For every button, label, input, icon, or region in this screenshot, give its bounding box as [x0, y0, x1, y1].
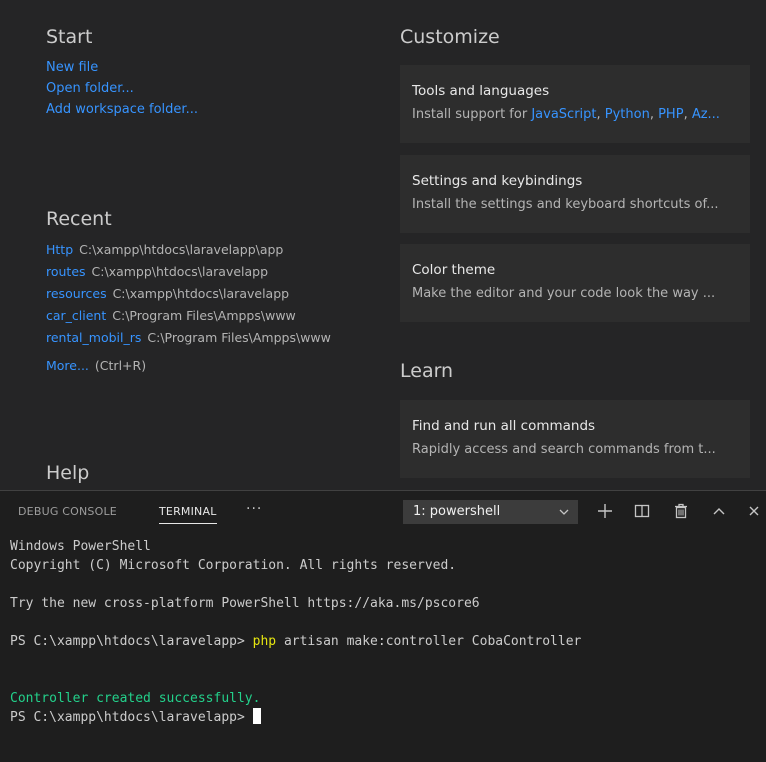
recent-item-path: C:\Program Files\Ampps\www	[112, 308, 296, 323]
split-icon[interactable]	[631, 500, 653, 522]
recent-item: Http C:\xampp\htdocs\laravelapp\app	[46, 242, 283, 257]
recent-item-name[interactable]: routes	[46, 264, 86, 279]
start-title: Start	[46, 26, 93, 48]
plus-icon[interactable]	[594, 500, 616, 522]
recent-item-name[interactable]: car_client	[46, 308, 106, 323]
close-icon[interactable]	[744, 500, 764, 522]
more-actions-icon[interactable]: ···	[246, 501, 262, 517]
tab-terminal[interactable]: TERMINAL	[159, 505, 217, 524]
terminal-selector[interactable]: 1: powershell	[403, 500, 578, 524]
terminal-line: Windows PowerShell	[10, 539, 151, 554]
command-args: artisan make:controller CobaController	[276, 634, 582, 649]
learn-title: Learn	[400, 360, 454, 382]
terminal-cursor	[252, 708, 261, 724]
recent-more-row: More... (Ctrl+R)	[46, 358, 146, 373]
recent-item-name[interactable]: Http	[46, 242, 73, 257]
recent-item-path: C:\xampp\htdocs\laravelapp	[91, 264, 269, 279]
terminal-prompt-line: PS C:\xampp\htdocs\laravelapp>	[10, 708, 760, 727]
terminal-output[interactable]: Windows PowerShell Copyright (C) Microso…	[10, 537, 760, 727]
recent-item-path: C:\xampp\htdocs\laravelapp	[112, 286, 290, 301]
bottom-panel: DEBUG CONSOLE TERMINAL ··· 1: powershell…	[0, 490, 766, 762]
recent-item: car_client C:\Program Files\Ampps\www	[46, 308, 296, 323]
card-title: Settings and keybindings	[412, 173, 583, 189]
card-desc-prefix: Install support for	[412, 107, 532, 122]
settings-keybindings-card[interactable]: Settings and keybindings Install the set…	[400, 155, 750, 233]
tools-languages-card[interactable]: Tools and languages Install support for …	[400, 65, 750, 143]
recent-item: routes C:\xampp\htdocs\laravelapp	[46, 264, 268, 279]
card-description: Install support for JavaScript, Python, …	[412, 107, 720, 122]
card-description: Install the settings and keyboard shortc…	[412, 197, 719, 212]
terminal-command-line: PS C:\xampp\htdocs\laravelapp> php artis…	[10, 632, 760, 651]
help-title: Help	[46, 462, 90, 484]
terminal-success-message: Controller created successfully.	[10, 691, 261, 706]
recent-item-path: C:\xampp\htdocs\laravelapp\app	[79, 242, 284, 257]
recent-item-name[interactable]: rental_mobil_rs	[46, 330, 141, 345]
recent-item: rental_mobil_rs C:\Program Files\Ampps\ww…	[46, 330, 331, 345]
terminal-prompt: PS C:\xampp\htdocs\laravelapp>	[10, 634, 253, 649]
terminal-line: Copyright (C) Microsoft Corporation. All…	[10, 558, 457, 573]
php-link[interactable]: PHP	[658, 107, 683, 122]
recent-item-name[interactable]: resources	[46, 286, 107, 301]
card-description: Make the editor and your code look the w…	[412, 286, 716, 301]
recent-more-shortcut: (Ctrl+R)	[94, 358, 147, 373]
card-title: Tools and languages	[412, 83, 550, 99]
recent-title: Recent	[46, 208, 112, 230]
trash-icon[interactable]	[670, 500, 692, 522]
new-file-link[interactable]: New file	[46, 60, 98, 75]
javascript-link[interactable]: JavaScript	[531, 107, 596, 122]
card-title: Find and run all commands	[412, 418, 596, 434]
recent-more-link[interactable]: More...	[46, 358, 89, 373]
command-keyword: php	[252, 634, 277, 649]
python-link[interactable]: Python	[605, 107, 650, 122]
add-workspace-folder-link[interactable]: Add workspace folder...	[46, 102, 198, 117]
terminal-line: Try the new cross-platform PowerShell ht…	[10, 596, 480, 611]
find-run-commands-card[interactable]: Find and run all commands Rapidly access…	[400, 400, 750, 478]
chevron-down-icon	[558, 500, 570, 524]
azure-link[interactable]: Az...	[692, 107, 720, 122]
terminal-prompt: PS C:\xampp\htdocs\laravelapp>	[10, 710, 253, 725]
color-theme-card[interactable]: Color theme Make the editor and your cod…	[400, 244, 750, 322]
customize-title: Customize	[400, 26, 500, 48]
chevron-up-icon[interactable]	[708, 500, 730, 522]
card-description: Rapidly access and search commands from …	[412, 442, 716, 457]
recent-item: resources C:\xampp\htdocs\laravelapp	[46, 286, 289, 301]
vscode-window: Start New file Open folder... Add worksp…	[0, 0, 766, 762]
tab-debug-console[interactable]: DEBUG CONSOLE	[18, 505, 117, 518]
recent-item-path: C:\Program Files\Ampps\www	[147, 330, 331, 345]
open-folder-link[interactable]: Open folder...	[46, 81, 134, 96]
welcome-page: Start New file Open folder... Add worksp…	[0, 0, 766, 490]
card-title: Color theme	[412, 262, 496, 278]
terminal-selector-value: 1: powershell	[413, 504, 501, 519]
